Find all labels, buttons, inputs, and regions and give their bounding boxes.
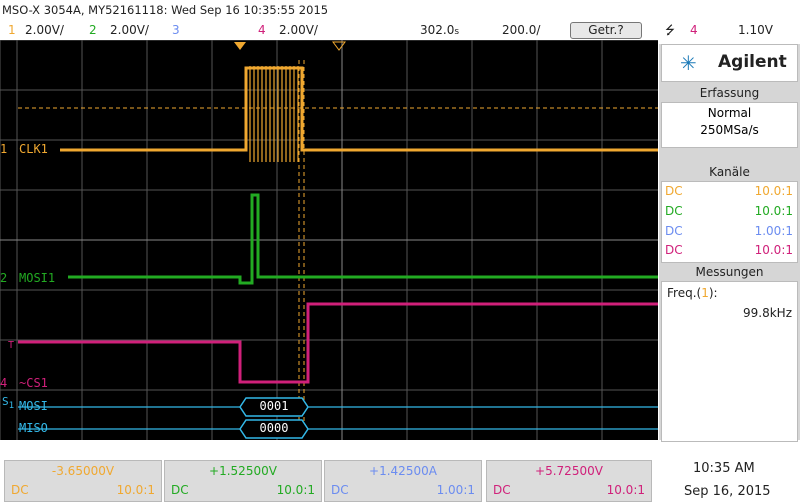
- ch1-ground-marker[interactable]: 1: [0, 142, 7, 156]
- brand-name: Agilent: [718, 52, 787, 72]
- acquisition-panel[interactable]: Normal 250MSa/s: [661, 102, 798, 148]
- ch1-number[interactable]: 1: [8, 20, 16, 40]
- ch2-probe-bottom: 10.0:1: [276, 483, 315, 497]
- ch2-coupling: DC: [665, 204, 683, 218]
- ch1-offset: -3.65000V: [51, 464, 115, 478]
- ch3-offset-cell[interactable]: +1.42500A DC 1.00:1: [324, 460, 482, 502]
- bottom-status-bar: -3.65000V DC 10.0:1 +1.52500V DC 10.0:1 …: [0, 455, 800, 503]
- ch1-label: CLK1: [19, 142, 48, 156]
- ch3-number[interactable]: 3: [172, 20, 180, 40]
- ch4-label: ~CS1: [19, 376, 48, 390]
- agilent-spark-icon: ✳: [680, 51, 697, 75]
- ch4-probe: 10.0:1: [754, 243, 793, 257]
- measurement-value: 99.8kHz: [743, 306, 792, 320]
- ch2-label: MOSI1: [19, 271, 56, 285]
- trigger-edge-icon: ⭍: [665, 23, 675, 37]
- waveform-canvas: [0, 39, 658, 440]
- clock-date: Sep 16, 2015: [684, 484, 771, 499]
- ch4-coupling: DC: [665, 243, 683, 257]
- channels-title[interactable]: Kanäle: [661, 163, 798, 181]
- measurement-label: Freq.(1):: [667, 286, 718, 300]
- delay-value[interactable]: 200.0/: [502, 20, 540, 40]
- ch1-burst: [249, 66, 299, 162]
- acquisition-mode: Normal: [707, 106, 752, 120]
- ch4-coupling-bottom: DC: [493, 483, 511, 497]
- timebase-value[interactable]: 302.0s: [420, 20, 459, 42]
- center-ticks: [0, 40, 658, 440]
- ch2-number[interactable]: 2: [89, 20, 97, 40]
- ch2-offset-cell[interactable]: +1.52500V DC 10.0:1: [164, 460, 322, 502]
- ch2-coupling-bottom: DC: [171, 483, 189, 497]
- ch1-offset-cell[interactable]: -3.65000V DC 10.0:1: [4, 460, 162, 502]
- ch1-coupling-bottom: DC: [11, 483, 29, 497]
- ch4-scale[interactable]: 2.00V/: [279, 20, 318, 40]
- ch1-probe: 10.0:1: [754, 184, 793, 198]
- ch1-scale[interactable]: 2.00V/: [25, 20, 64, 40]
- time-reference-marker[interactable]: [332, 41, 346, 51]
- ch1-clk-trace: [60, 66, 658, 152]
- channel-settings-bar: 1 2.00V/ 2 2.00V/ 3 4 2.00V/ 302.0s 200.…: [0, 20, 800, 40]
- serial-mosi-label: MOSI: [19, 399, 48, 413]
- acquisition-title[interactable]: Erfassung: [661, 84, 798, 102]
- ch1-coupling: DC: [665, 184, 683, 198]
- ch2-probe: 10.0:1: [754, 204, 793, 218]
- ch3-coupling-bottom: DC: [331, 483, 349, 497]
- ch3-offset: +1.42500A: [369, 464, 437, 478]
- trigger-channel[interactable]: 4: [690, 20, 698, 40]
- trigger-level-marker[interactable]: T: [8, 340, 14, 351]
- ch2-scale[interactable]: 2.00V/: [110, 20, 149, 40]
- ch3-coupling: DC: [665, 224, 683, 238]
- ch4-offset: +5.72500V: [535, 464, 603, 478]
- ch2-ground-marker[interactable]: 2: [0, 271, 7, 285]
- miso-decoded-value: 0000: [259, 421, 289, 435]
- trigger-level[interactable]: 1.10V: [738, 20, 773, 40]
- sample-rate: 250MSa/s: [700, 123, 759, 137]
- right-sidebar: ✳ Agilent Erfassung Normal 250MSa/s Kanä…: [659, 44, 800, 442]
- clock-time: 10:35 AM: [693, 461, 755, 476]
- trigger-position-marker[interactable]: [234, 42, 246, 50]
- ch1-probe-bottom: 10.0:1: [116, 483, 155, 497]
- ch2-offset: +1.52500V: [209, 464, 277, 478]
- ch4-cs-trace: [18, 302, 658, 384]
- title-text: MSO-X 3054A, MY52161118: Wed Sep 16 10:3…: [2, 3, 329, 17]
- mosi-decoded-value: 0001: [259, 399, 289, 413]
- measurements-title[interactable]: Messungen: [661, 263, 798, 281]
- waveform-display[interactable]: 1 CLK1 2 MOSI1 T 4 ~CS1 S1 MOSI MISO 000…: [0, 39, 658, 440]
- serial-miso-label: MISO: [19, 421, 48, 435]
- ch3-probe-bottom: 1.00:1: [436, 483, 475, 497]
- ch4-offset-cell[interactable]: +5.72500V DC 10.0:1: [486, 460, 652, 502]
- measurements-panel[interactable]: Freq.(1): 99.8kHz: [661, 281, 798, 442]
- ch2-mosi-trace: [68, 193, 658, 285]
- run-state-button[interactable]: Getr.?: [570, 22, 642, 39]
- brand-panel: ✳ Agilent: [661, 44, 798, 82]
- channels-panel[interactable]: DC 10.0:1 DC 10.0:1 DC 1.00:1 DC 10.0:1: [661, 181, 798, 263]
- serial-bus-marker[interactable]: S1: [2, 395, 14, 411]
- window-title: MSO-X 3054A, MY52161118: Wed Sep 16 10:3…: [0, 0, 800, 20]
- ch4-number[interactable]: 4: [258, 20, 266, 40]
- ch3-probe: 1.00:1: [754, 224, 793, 238]
- ch4-ground-marker[interactable]: 4: [0, 376, 7, 390]
- ch4-probe-bottom: 10.0:1: [606, 483, 645, 497]
